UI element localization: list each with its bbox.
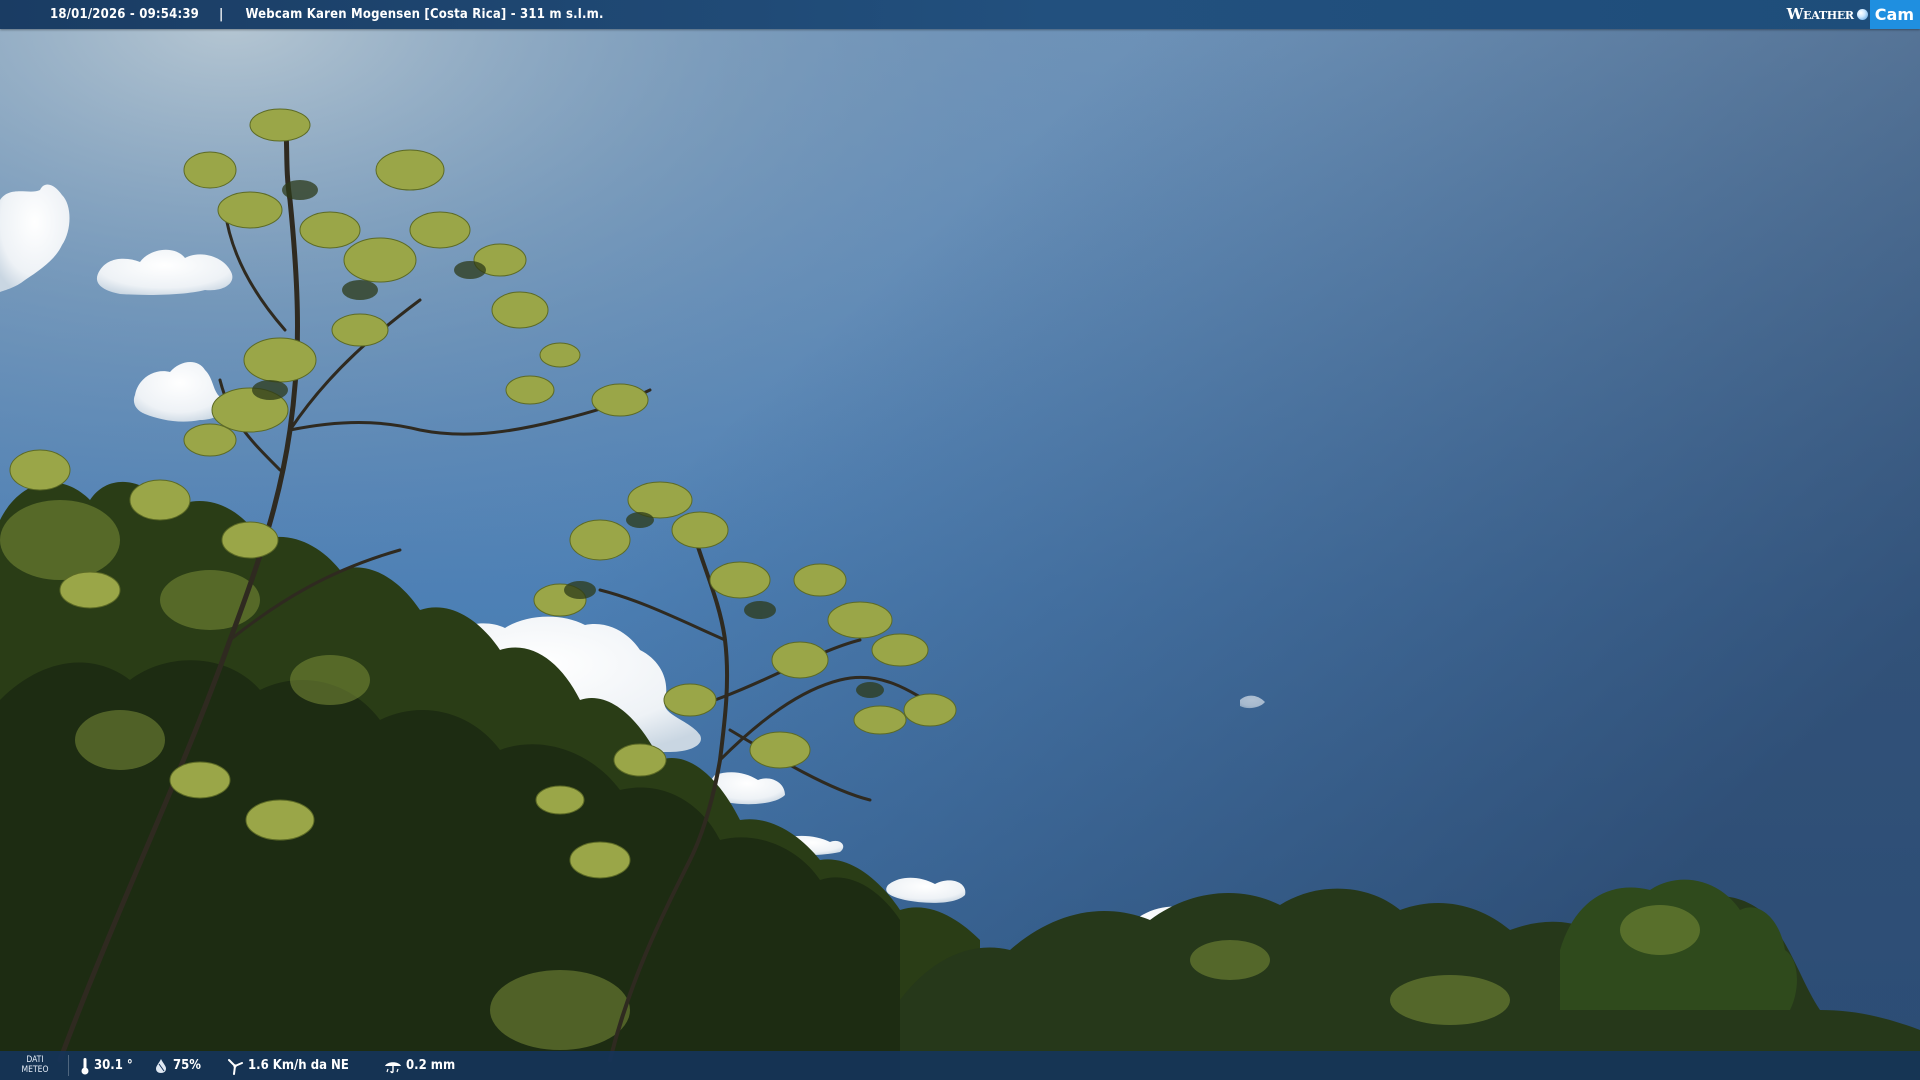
weather-data-bar: DATI METEO 30.1 ° 75% 1.6 Km/h da NE 0.2… (0, 1051, 1920, 1080)
temperature-value: 30.1 ° (94, 1058, 133, 1073)
webcam-title: Webcam Karen Mogensen [Costa Rica] - 311… (245, 7, 604, 22)
weathercam-logo[interactable]: Weather Cam (1781, 0, 1920, 29)
timestamp: 18/01/2026 - 09:54:39 (50, 7, 200, 22)
weather-data-label: DATI METEO (21, 1055, 49, 1075)
humidity-value: 75% (173, 1058, 201, 1073)
header-separator: | (219, 7, 224, 22)
wind-reading: 1.6 Km/h da NE (226, 1051, 349, 1080)
logo-globe-icon (1856, 9, 1868, 20)
wind-icon (228, 1058, 243, 1075)
rain-value: 0.2 mm (406, 1058, 456, 1073)
header-info: 18/01/2026 - 09:54:39 | Webcam Karen Mogen… (50, 0, 604, 29)
bar-divider (68, 1055, 69, 1076)
logo-cam-text: Cam (1869, 0, 1920, 29)
rain-icon (385, 1061, 401, 1073)
humidity-drop-icon (156, 1058, 166, 1073)
top-info-bar: 18/01/2026 - 09:54:39 | Webcam Karen Mogen… (0, 0, 1920, 29)
webcam-viewer: 18/01/2026 - 09:54:39 | Webcam Karen Mogen… (0, 0, 1920, 1080)
logo-weather-text: Weather (1786, 5, 1854, 23)
wind-value: 1.6 Km/h da NE (248, 1058, 349, 1073)
thermometer-icon (81, 1057, 89, 1074)
humidity-reading: 75% (153, 1051, 201, 1080)
webcam-image (0, 0, 1920, 1080)
rain-reading: 0.2 mm (384, 1051, 455, 1080)
temperature-reading: 30.1 ° (80, 1051, 133, 1080)
